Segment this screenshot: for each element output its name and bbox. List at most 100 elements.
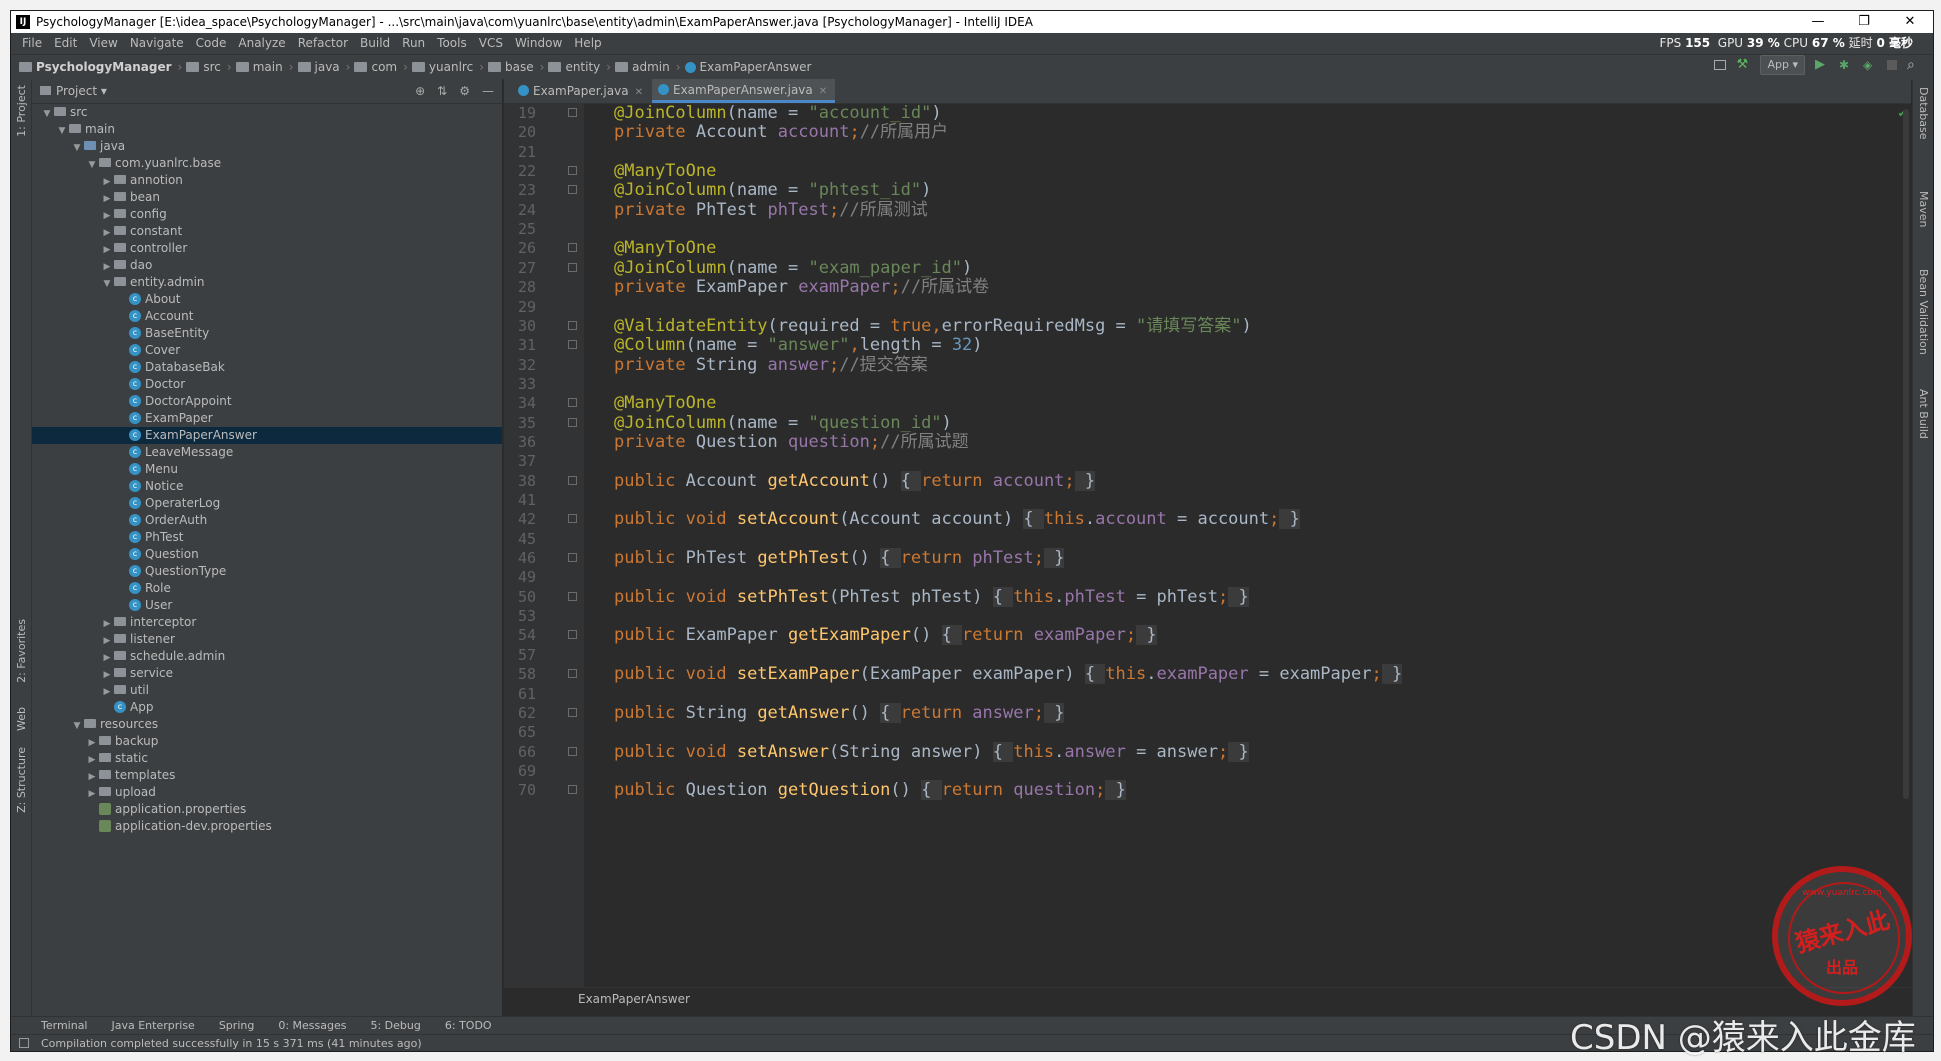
- breadcrumb-item[interactable]: entity: [548, 55, 600, 79]
- tree-node[interactable]: c Menu: [115, 461, 178, 478]
- structure-toolwindow-tab[interactable]: Z: Structure: [15, 747, 28, 813]
- tree-node[interactable]: ▼ main: [55, 121, 115, 138]
- tree-node[interactable]: ▶ controller: [100, 240, 188, 257]
- run-icon[interactable]: ▶: [1815, 58, 1829, 72]
- menu-run[interactable]: Run: [396, 33, 431, 54]
- fold-marker-icon[interactable]: [568, 785, 577, 795]
- tree-node[interactable]: c Account: [115, 308, 193, 325]
- code-line[interactable]: 42 public void setAccount(Account account…: [504, 509, 1911, 530]
- breadcrumb-item[interactable]: main: [235, 55, 283, 79]
- project-toolwindow-tab[interactable]: 1: Project: [15, 85, 28, 137]
- fold-marker-icon[interactable]: [568, 553, 577, 563]
- expanded-arrow-icon[interactable]: ▼: [55, 123, 69, 140]
- fold-marker-icon[interactable]: [568, 669, 577, 679]
- toolwindow-button[interactable]: Java Enterprise: [112, 1017, 195, 1035]
- breadcrumb-item[interactable]: ExamPaperAnswer: [684, 55, 811, 79]
- tree-node[interactable]: c DatabaseBak: [115, 359, 225, 376]
- editor-scrollbar[interactable]: [1903, 109, 1909, 799]
- menu-file[interactable]: File: [16, 33, 48, 54]
- code-line[interactable]: 31 @Column(name = "answer",length = 32): [504, 336, 1911, 355]
- tree-node[interactable]: ▼ com.yuanlrc.base: [85, 155, 222, 172]
- toolwindow-button[interactable]: 0: Messages: [278, 1017, 346, 1035]
- tree-node[interactable]: c OrderAuth: [115, 512, 207, 529]
- menu-code[interactable]: Code: [190, 33, 233, 54]
- menu-vcs[interactable]: VCS: [473, 33, 509, 54]
- code-line[interactable]: 28 private ExamPaper examPaper;//所属试卷: [504, 278, 1911, 297]
- code-line[interactable]: 26 @ManyToOne: [504, 239, 1911, 258]
- tree-node[interactable]: ▶ constant: [100, 223, 183, 240]
- fold-marker-icon[interactable]: [568, 475, 577, 485]
- fold-marker-icon[interactable]: [568, 746, 577, 756]
- web-toolwindow-tab[interactable]: Web: [15, 707, 28, 731]
- tree-node[interactable]: c Cover: [115, 342, 180, 359]
- menu-help[interactable]: Help: [568, 33, 607, 54]
- menu-window[interactable]: Window: [509, 33, 568, 54]
- search-icon[interactable]: ⌕: [1907, 58, 1921, 72]
- expanded-arrow-icon[interactable]: ▼: [70, 718, 84, 735]
- project-view-selector[interactable]: Project ▾: [40, 79, 107, 103]
- tree-node[interactable]: c BaseEntity: [115, 325, 209, 342]
- code-line[interactable]: 50 public void setPhTest(PhTest phTest) {…: [504, 586, 1911, 607]
- toolwindow-button[interactable]: Terminal: [41, 1017, 88, 1035]
- breadcrumb-item[interactable]: src: [186, 55, 221, 79]
- tree-node[interactable]: c App: [100, 699, 153, 716]
- breadcrumb-item[interactable]: base: [488, 55, 534, 79]
- tree-node[interactable]: ▶ service: [100, 665, 173, 682]
- toolwindow-button[interactable]: Spring: [219, 1017, 255, 1035]
- tree-node[interactable]: ▶ interceptor: [100, 614, 197, 631]
- code-line[interactable]: 62 public String getAnswer() { return ans…: [504, 702, 1911, 723]
- stop-icon[interactable]: [1887, 60, 1897, 70]
- minimize-button[interactable]: —: [1795, 11, 1841, 33]
- status-toggle-icon[interactable]: [19, 1038, 29, 1048]
- database-toolwindow-tab[interactable]: Database: [1917, 87, 1930, 140]
- breadcrumb-item[interactable]: java: [297, 55, 340, 79]
- fold-marker-icon[interactable]: [568, 591, 577, 601]
- locate-icon[interactable]: ⊕: [415, 79, 425, 103]
- fold-marker-icon[interactable]: [568, 417, 577, 427]
- bean-validation-toolwindow-tab[interactable]: Bean Validation: [1917, 269, 1930, 355]
- code-line[interactable]: 33: [504, 375, 1911, 394]
- code-line[interactable]: 37: [504, 452, 1911, 471]
- tree-node[interactable]: ▶ config: [100, 206, 167, 223]
- project-structure-icon[interactable]: [1714, 60, 1727, 70]
- gear-icon[interactable]: ⚙: [459, 79, 470, 103]
- code-line[interactable]: 45: [504, 530, 1911, 549]
- code-line[interactable]: 70 public Question getQuestion() { return…: [504, 780, 1911, 801]
- code-line[interactable]: 20 private Account account;//所属用户: [504, 123, 1911, 142]
- breadcrumb-item[interactable]: yuanlrc: [411, 55, 473, 79]
- close-button[interactable]: ✕: [1887, 11, 1933, 33]
- menu-view[interactable]: View: [83, 33, 123, 54]
- code-line[interactable]: 36 private Question question;//所属试题: [504, 432, 1911, 452]
- fold-marker-icon[interactable]: [568, 398, 577, 408]
- breadcrumb-item[interactable]: PsychologyManager: [19, 55, 172, 79]
- tree-node[interactable]: application-dev.properties: [85, 818, 272, 835]
- code-line[interactable]: 58 public void setExamPaper(ExamPaper exa…: [504, 664, 1911, 685]
- toolwindow-button[interactable]: 6: TODO: [445, 1017, 492, 1035]
- fold-marker-icon[interactable]: [568, 320, 577, 330]
- menu-build[interactable]: Build: [354, 33, 396, 54]
- tree-node[interactable]: c PhTest: [115, 529, 183, 546]
- fold-marker-icon[interactable]: [568, 630, 577, 640]
- editor-breadcrumb[interactable]: ExamPaperAnswer: [504, 987, 1911, 1010]
- editor-tab[interactable]: ExamPaperAnswer.java ✕: [652, 79, 836, 103]
- tree-node[interactable]: c Notice: [115, 478, 183, 495]
- fold-marker-icon[interactable]: [568, 108, 577, 117]
- fold-marker-icon[interactable]: [568, 262, 577, 272]
- code-line[interactable]: 22 @ManyToOne: [504, 162, 1911, 181]
- tree-node[interactable]: c OperaterLog: [115, 495, 220, 512]
- build-hammer-icon[interactable]: ⚒: [1736, 58, 1750, 72]
- code-line[interactable]: 24 private PhTest phTest;//所属测试: [504, 200, 1911, 220]
- code-line[interactable]: 57: [504, 646, 1911, 665]
- expanded-arrow-icon[interactable]: ▼: [70, 140, 84, 157]
- fold-marker-icon[interactable]: [568, 707, 577, 717]
- ant-build-toolwindow-tab[interactable]: Ant Build: [1917, 389, 1930, 439]
- close-tab-icon[interactable]: ✕: [635, 87, 643, 98]
- code-line[interactable]: 54 public ExamPaper getExamPaper() { retu…: [504, 625, 1911, 646]
- tree-node[interactable]: c LeaveMessage: [115, 444, 233, 461]
- menu-edit[interactable]: Edit: [48, 33, 83, 54]
- menu-analyze[interactable]: Analyze: [232, 33, 291, 54]
- tree-node[interactable]: c QuestionType: [115, 563, 226, 580]
- fold-marker-icon[interactable]: [568, 185, 577, 195]
- tree-node[interactable]: c Question: [115, 546, 199, 563]
- tree-node[interactable]: c User: [115, 597, 172, 614]
